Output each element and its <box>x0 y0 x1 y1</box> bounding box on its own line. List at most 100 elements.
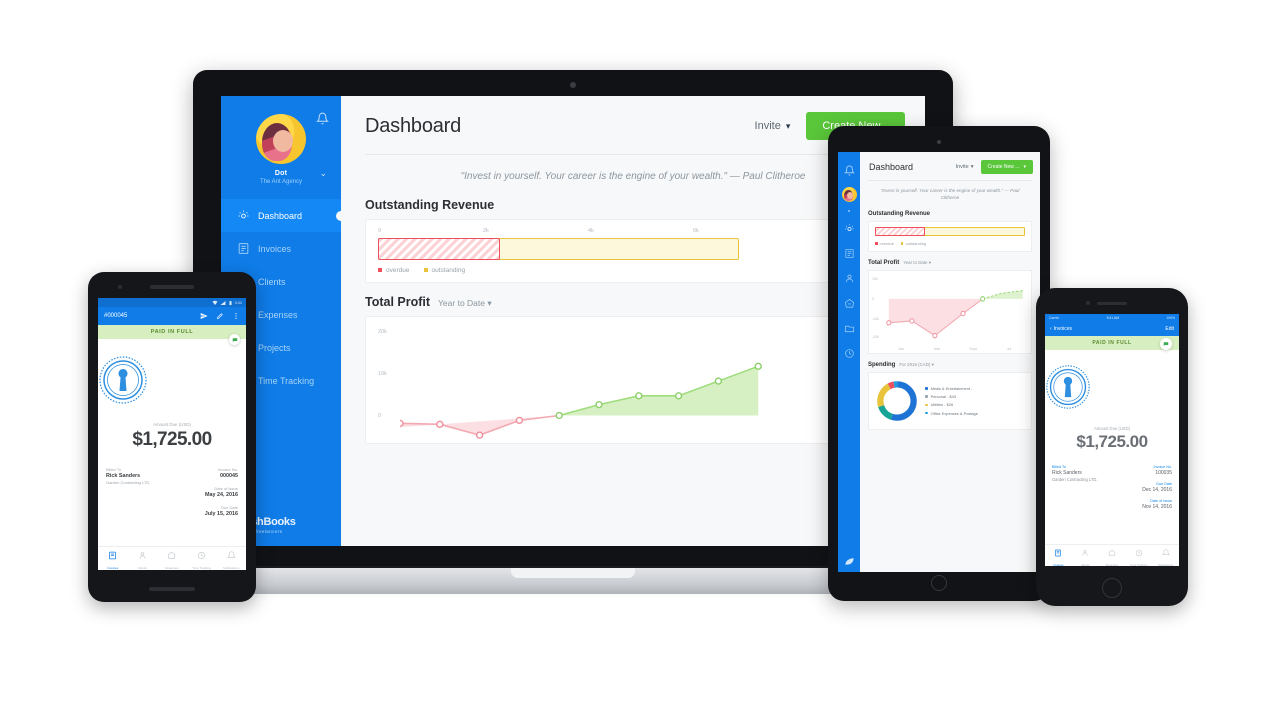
total-profit-yaxis: 20k 10k 0 <box>378 327 400 443</box>
android-due-date-label: Due Date <box>221 505 238 510</box>
invoice-icon <box>109 551 117 560</box>
sidebar-label-expenses: Expenses <box>258 309 298 320</box>
iphone-paid-label: PAID IN FULL <box>1092 340 1132 346</box>
sidebar-label-time-tracking: Time Tracking <box>258 375 315 386</box>
sidebar-item-invoices[interactable]: Invoices <box>221 232 341 265</box>
iphone-due-date-block: Due Date Dec 14, 2016 <box>1142 482 1172 493</box>
more-vertical-icon[interactable] <box>232 312 240 320</box>
tablet-total-profit-section: Total Profit Year to Date ▾ 10k 0 -10k -… <box>860 252 1040 354</box>
iphone-due-date-value: Dec 14, 2016 <box>1142 487 1172 493</box>
signal-icon <box>220 300 226 305</box>
tablet-spending-range[interactable]: For 2016 (CAD) ▾ <box>899 362 933 368</box>
clients-icon <box>1082 550 1088 556</box>
total-profit-range[interactable]: Year to Date ▾ <box>438 298 492 309</box>
iphone-nav-expenses[interactable]: Expenses <box>1099 544 1126 566</box>
tablet-camera-icon <box>937 140 941 144</box>
tablet-ytick-1: 0 <box>872 296 874 301</box>
tablet-outstanding-revenue-title: Outstanding Revenue <box>868 210 931 217</box>
invoice-icon[interactable] <box>844 248 855 259</box>
android-meta-block: Invoice No. 000045 Date of Issue May 24,… <box>205 467 238 517</box>
tablet-xtick-1: Mar <box>933 346 941 351</box>
android-nav-label-invoices: Invoices <box>107 566 119 570</box>
tablet-invite-dropdown[interactable]: Invite ▾ <box>956 164 974 170</box>
sidebar-label-clients: Clients <box>258 276 286 287</box>
iphone-screen: Carrier 9:41 AM 100% ‹ Invoices Edit PAI… <box>1045 314 1179 566</box>
iphone-amount-label: Amount Due (USD) <box>1093 426 1131 431</box>
spending-donut-chart <box>877 380 917 421</box>
xtick-2: 4k <box>588 228 594 234</box>
iphone-edit-button[interactable]: Edit <box>1165 326 1174 332</box>
total-profit-card: 20k 10k 0 <box>365 316 905 444</box>
tablet-legend-overdue: overdue <box>875 241 894 246</box>
spending-legend-item: Utilities - $28 <box>925 401 1025 409</box>
chat-bubble-icon[interactable] <box>1160 338 1172 350</box>
spending-label-personal: Personal - $43 <box>930 394 956 400</box>
pencil-icon[interactable] <box>216 312 224 320</box>
dashboard-icon[interactable] <box>844 223 855 234</box>
tablet-spending-title: Spending For 2016 (CAD) ▾ <box>868 359 1032 372</box>
iphone-nav-invoices[interactable]: Invoices <box>1045 544 1072 566</box>
iphone-date-of-issue-label: Date of Issue <box>1150 499 1172 503</box>
invite-dropdown[interactable]: Invite ▾ <box>755 120 791 132</box>
chevron-down-icon[interactable]: ⌄ <box>319 168 327 179</box>
tablet-outstanding-revenue-card: overdue outstanding <box>868 220 1032 252</box>
chat-bubble-icon[interactable] <box>229 334 240 345</box>
android-nav-notifications[interactable]: Notifications <box>216 547 246 570</box>
avatar[interactable] <box>841 187 857 202</box>
tablet-total-profit-range[interactable]: Year to Date ▾ <box>903 260 931 266</box>
android-status-bar: 3:41 <box>98 298 246 307</box>
total-profit-heading: Total Profit <box>365 295 431 309</box>
time-tracking-icon <box>1135 549 1142 557</box>
legend-swatch-personal <box>925 395 928 398</box>
time-tracking-icon[interactable] <box>844 348 855 359</box>
expenses-icon[interactable] <box>844 298 855 309</box>
clients-icon[interactable] <box>844 273 855 284</box>
time-tracking-icon <box>198 551 206 560</box>
chevron-down-icon: ▾ <box>970 164 974 170</box>
iphone-nav-clients[interactable]: Clients <box>1072 544 1099 566</box>
spending-label-utilities: Utilities - $28 <box>930 402 954 408</box>
android-nav-clients[interactable]: Clients <box>128 547 158 570</box>
outstanding-revenue-xaxis: 0 2k 4k 6k <box>378 228 798 238</box>
iphone-nav-time-tracking[interactable]: Time Tracking <box>1125 544 1152 566</box>
sidebar-expand-dot[interactable] <box>848 210 850 212</box>
iphone-nav-notifications[interactable]: Notifications <box>1152 544 1179 566</box>
paid-stamp-icon <box>1046 365 1090 409</box>
invite-label: Invite <box>754 120 781 132</box>
iphone-home-button[interactable] <box>1102 578 1122 598</box>
tablet-create-new-button[interactable]: Create New ... ▾ <box>980 160 1033 174</box>
android-nav-invoices[interactable]: Invoices <box>98 547 128 570</box>
xtick-0: 0 <box>378 228 382 234</box>
android-bottom-speaker <box>149 587 195 591</box>
tablet-home-button[interactable] <box>931 575 947 591</box>
chat-bubble-glyph <box>232 337 237 342</box>
chevron-down-icon: ▾ <box>1023 164 1026 170</box>
android-amount-label: Amount Due (USD) <box>153 422 191 427</box>
sidebar-item-dashboard[interactable]: Dashboard <box>221 199 346 232</box>
bell-icon[interactable] <box>843 165 855 176</box>
bell-icon <box>1161 549 1170 555</box>
wifi-icon <box>212 300 218 305</box>
android-nav-time-tracking[interactable]: Time Tracking <box>187 547 217 570</box>
bell-icon[interactable] <box>316 112 329 125</box>
ytick-0: 0 <box>378 413 382 419</box>
android-nav-label-notifications: Notifications <box>223 566 240 570</box>
tablet-device: Dashboard Invite ▾ Create New ... ▾ "Inv… <box>828 126 1050 601</box>
battery-icon <box>229 300 232 305</box>
iphone-nav-label-invoices: Invoices <box>1053 563 1064 566</box>
android-invoice-details: Billed To Rick Sanders Garden Contractin… <box>98 451 246 517</box>
android-paid-label: PAID IN FULL <box>150 329 194 335</box>
android-bottom-nav: Invoices Clients Expenses Time Tracking <box>98 546 246 570</box>
tablet-outstanding-legend: overdue outstanding <box>875 236 1025 246</box>
projects-icon[interactable] <box>844 323 855 334</box>
android-nav-expenses[interactable]: Expenses <box>157 547 187 570</box>
invoice-icon <box>238 243 249 254</box>
android-date-of-issue-value: May 24, 2016 <box>205 492 238 498</box>
sidebar-profile[interactable]: Dot The Ant Agency ⌄ <box>221 96 341 195</box>
android-amount-due: $1,725.00 <box>132 429 212 450</box>
freshbooks-tablet-app: Dashboard Invite ▾ Create New ... ▾ "Inv… <box>838 152 1040 572</box>
send-icon[interactable] <box>200 312 208 320</box>
avatar[interactable] <box>256 114 306 164</box>
android-invoice-no-value: 000045 <box>220 473 238 479</box>
iphone-back-button[interactable]: ‹ Invoices <box>1050 326 1072 332</box>
